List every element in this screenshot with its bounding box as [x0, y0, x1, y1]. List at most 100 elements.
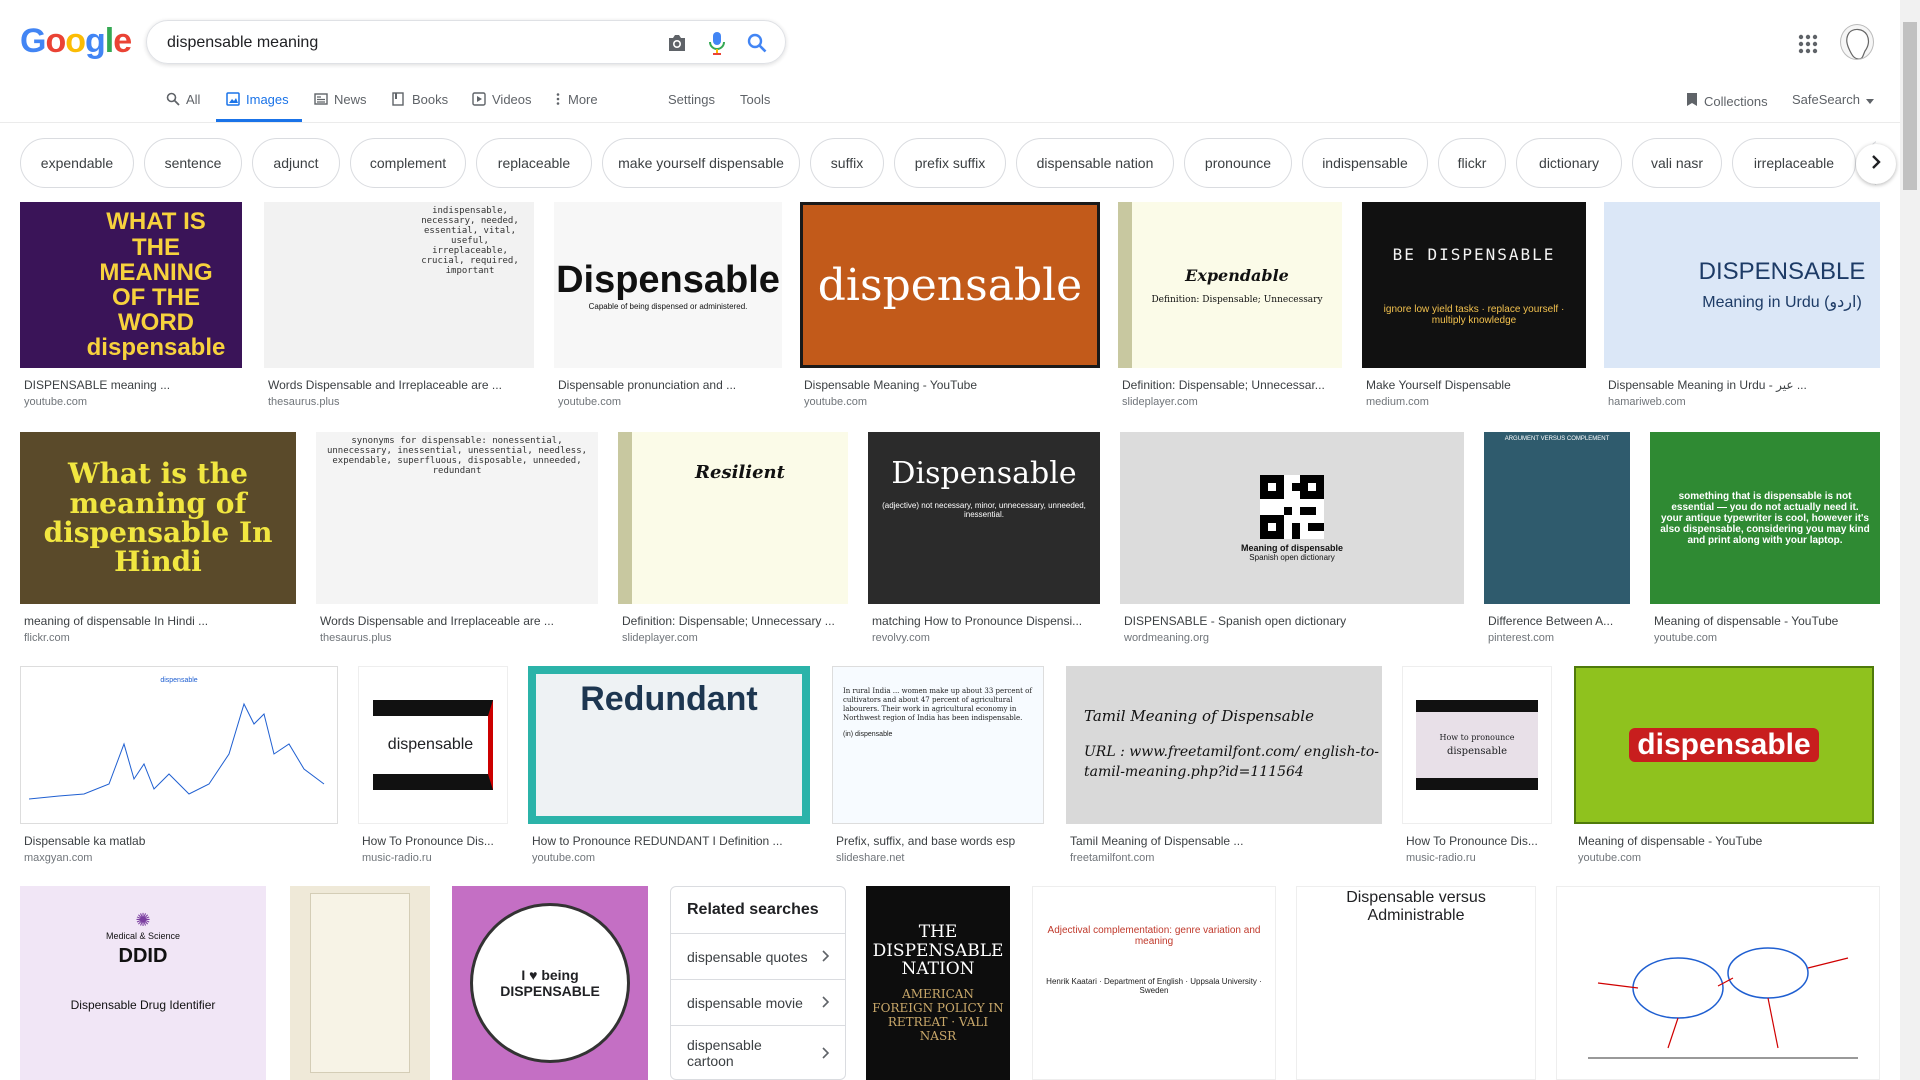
image-result[interactable]: In rural India ... women make up about 3…: [832, 666, 1044, 870]
result-title[interactable]: Tamil Meaning of Dispensable ...: [1070, 834, 1382, 848]
chip-pronounce[interactable]: pronounce: [1184, 138, 1292, 188]
result-thumbnail[interactable]: Expendable Definition: Dispensable; Unne…: [1118, 202, 1342, 368]
result-title[interactable]: Definition: Dispensable; Unnecessary ...: [622, 614, 848, 628]
image-result[interactable]: indispensable, necessary, needed, essent…: [264, 202, 534, 414]
result-source[interactable]: hamariweb.com: [1608, 396, 1686, 408]
result-thumbnail[interactable]: something that is dispensable is not ess…: [1650, 432, 1880, 604]
page-scrollbar[interactable]: [1900, 0, 1920, 1080]
result-thumbnail[interactable]: Resilient: [618, 432, 848, 604]
result-thumbnail[interactable]: Redundant: [528, 666, 810, 824]
chip-prefix-suffix[interactable]: prefix suffix: [894, 138, 1006, 188]
image-result[interactable]: ARGUMENT VERSUS COMPLEMENT Difference Be…: [1484, 432, 1630, 650]
image-result[interactable]: WHAT IS THE MEANING OF THE WORD dispensa…: [20, 202, 242, 414]
result-title[interactable]: Dispensable Meaning - YouTube: [804, 378, 1100, 392]
scrollbar-thumb[interactable]: [1903, 22, 1917, 190]
result-title[interactable]: Words Dispensable and Irreplaceable are …: [268, 378, 534, 392]
image-result[interactable]: I ♥ being DISPENSABLE: [452, 886, 648, 1080]
result-thumbnail[interactable]: dispensable: [800, 202, 1100, 368]
related-item[interactable]: dispensable movie: [671, 979, 845, 1025]
result-thumbnail[interactable]: DISPENSABLE Meaning in Urdu (اردو): [1604, 202, 1880, 368]
result-thumbnail[interactable]: Dispensable Capable of being dispensed o…: [554, 202, 782, 368]
result-source[interactable]: slideplayer.com: [1122, 396, 1198, 408]
chip-complement[interactable]: complement: [350, 138, 466, 188]
result-title[interactable]: Dispensable ka matlab: [24, 834, 338, 848]
chips-next-button[interactable]: [1856, 144, 1896, 184]
result-thumbnail[interactable]: dispensable: [1574, 666, 1874, 824]
chip-vali-nasr[interactable]: vali nasr: [1632, 138, 1722, 188]
result-title[interactable]: Meaning of dispensable - YouTube: [1578, 834, 1874, 848]
chip-sentence[interactable]: sentence: [144, 138, 242, 188]
image-result[interactable]: Expendable Definition: Dispensable; Unne…: [1118, 202, 1342, 414]
image-result[interactable]: Adjectival complementation: genre variat…: [1032, 886, 1276, 1080]
result-source[interactable]: youtube.com: [1654, 632, 1717, 644]
result-thumbnail[interactable]: ✺ Medical & Science DDID Dispensable Dru…: [20, 886, 266, 1080]
result-title[interactable]: Prefix, suffix, and base words esp: [836, 834, 1044, 848]
result-thumbnail[interactable]: [290, 886, 430, 1080]
tab-settings[interactable]: Settings: [668, 86, 715, 122]
result-thumbnail[interactable]: [1556, 886, 1880, 1080]
result-thumbnail[interactable]: indispensable, necessary, needed, essent…: [264, 202, 534, 368]
result-title[interactable]: DISPENSABLE meaning ...: [24, 378, 242, 392]
image-result[interactable]: Redundant How to Pronounce REDUNDANT I D…: [528, 666, 810, 870]
image-result[interactable]: something that is dispensable is not ess…: [1650, 432, 1880, 650]
result-source[interactable]: music-radio.ru: [362, 852, 432, 864]
microphone-icon[interactable]: [705, 31, 729, 55]
result-thumbnail[interactable]: Tamil Meaning of Dispensable URL : www.f…: [1066, 666, 1382, 824]
image-result[interactable]: Dispensable versus Administrable: [1296, 886, 1536, 1080]
result-thumbnail[interactable]: What is the meaning of dispensable In Hi…: [20, 432, 296, 604]
chip-irreplaceable[interactable]: irreplaceable: [1732, 138, 1856, 188]
result-title[interactable]: matching How to Pronounce Dispensi...: [872, 614, 1100, 628]
related-item[interactable]: dispensable quotes: [671, 933, 845, 979]
image-result[interactable]: Dispensable (adjective) not necessary, m…: [868, 432, 1100, 650]
chip-flickr[interactable]: flickr: [1438, 138, 1506, 188]
result-source[interactable]: youtube.com: [804, 396, 867, 408]
result-thumbnail[interactable]: In rural India ... women make up about 3…: [832, 666, 1044, 824]
result-thumbnail[interactable]: dispensable: [358, 666, 508, 824]
chip-suffix[interactable]: suffix: [810, 138, 884, 188]
image-result[interactable]: Meaning of dispensable Spanish open dict…: [1120, 432, 1464, 650]
image-result[interactable]: What is the meaning of dispensable In Hi…: [20, 432, 296, 650]
image-result[interactable]: Resilient Definition: Dispensable; Unnec…: [618, 432, 848, 650]
image-result[interactable]: dispensable Meaning of dispensable - You…: [1574, 666, 1874, 870]
image-result[interactable]: How to pronounce dispensable How To Pron…: [1402, 666, 1552, 870]
result-source[interactable]: flickr.com: [24, 632, 70, 644]
result-title[interactable]: Dispensable pronunciation and ...: [558, 378, 782, 392]
result-thumbnail[interactable]: THE DISPENSABLE NATION AMERICAN FOREIGN …: [866, 886, 1010, 1080]
result-thumbnail[interactable]: Adjectival complementation: genre variat…: [1032, 886, 1276, 1080]
search-input[interactable]: [167, 31, 647, 55]
result-thumbnail[interactable]: Dispensable (adjective) not necessary, m…: [868, 432, 1100, 604]
image-result[interactable]: dispensable Dispensable Meaning - YouTub…: [800, 202, 1100, 414]
tab-more[interactable]: More: [556, 86, 598, 122]
chip-dictionary[interactable]: dictionary: [1516, 138, 1622, 188]
image-result[interactable]: THE DISPENSABLE NATION AMERICAN FOREIGN …: [866, 886, 1010, 1080]
result-thumbnail[interactable]: Dispensable versus Administrable: [1296, 886, 1536, 1080]
result-thumbnail[interactable]: I ♥ being DISPENSABLE: [452, 886, 648, 1080]
result-thumbnail[interactable]: Meaning of dispensable Spanish open dict…: [1120, 432, 1464, 604]
result-source[interactable]: youtube.com: [24, 396, 87, 408]
result-thumbnail[interactable]: ARGUMENT VERSUS COMPLEMENT: [1484, 432, 1630, 604]
image-result[interactable]: Tamil Meaning of Dispensable URL : www.f…: [1066, 666, 1382, 870]
image-result[interactable]: [290, 886, 430, 1080]
result-title[interactable]: Difference Between A...: [1488, 614, 1630, 628]
result-source[interactable]: youtube.com: [532, 852, 595, 864]
google-logo[interactable]: Google: [20, 22, 132, 61]
image-result[interactable]: dispensable Dispensable ka matlab maxgya…: [20, 666, 338, 870]
image-result[interactable]: dispensable How To Pronounce Dis... musi…: [358, 666, 508, 870]
result-source[interactable]: freetamilfont.com: [1070, 852, 1154, 864]
result-source[interactable]: thesaurus.plus: [268, 396, 340, 408]
result-thumbnail[interactable]: synonyms for dispensable: nonessential, …: [316, 432, 598, 604]
avatar[interactable]: [1840, 24, 1874, 60]
result-source[interactable]: youtube.com: [558, 396, 621, 408]
result-source[interactable]: wordmeaning.org: [1124, 632, 1209, 644]
search-icon[interactable]: [745, 31, 769, 55]
image-result[interactable]: DISPENSABLE Meaning in Urdu (اردو) Dispe…: [1604, 202, 1880, 414]
chip-expendable[interactable]: expendable: [20, 138, 134, 188]
result-title[interactable]: How To Pronounce Dis...: [1406, 834, 1552, 848]
result-title[interactable]: Meaning of dispensable - YouTube: [1654, 614, 1880, 628]
chip-make-yourself-dispensable[interactable]: make yourself dispensable: [602, 138, 800, 188]
related-item[interactable]: dispensable cartoon: [671, 1025, 845, 1079]
result-title[interactable]: How To Pronounce Dis...: [362, 834, 508, 848]
result-title[interactable]: DISPENSABLE - Spanish open dictionary: [1124, 614, 1464, 628]
result-source[interactable]: youtube.com: [1578, 852, 1641, 864]
tab-all[interactable]: All: [166, 86, 200, 122]
